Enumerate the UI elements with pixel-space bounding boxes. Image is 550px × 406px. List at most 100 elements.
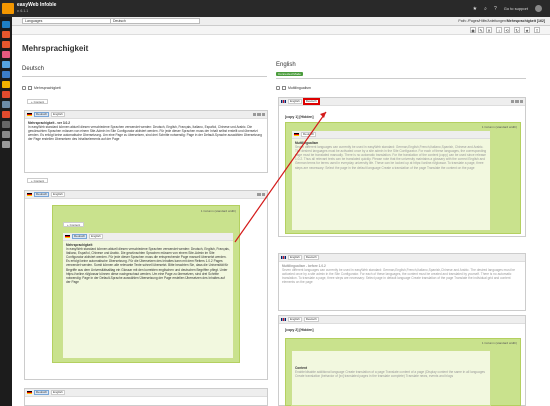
lang-tag-en[interactable]: English: [51, 111, 65, 118]
eye-icon[interactable]: [276, 85, 280, 90]
ce-header: Deutsch English: [25, 111, 267, 119]
breadcrumb: Path: /Pages/Hilfe/Anleitungen/Mehrsprac…: [458, 19, 545, 23]
bookmark-icon[interactable]: ★: [473, 6, 477, 12]
ce-body: Multilingualism Seven different language…: [292, 139, 490, 172]
share-icon[interactable]: ⇪: [534, 27, 540, 33]
delete-icon[interactable]: [519, 99, 523, 104]
lang-tag-de[interactable]: Deutsch: [303, 254, 319, 261]
user-module-icon[interactable]: [2, 101, 10, 108]
move-icon[interactable]: ↕: [496, 27, 502, 33]
edit-icon[interactable]: [252, 112, 256, 117]
inner-content-element: Deutsch English Mehrsprachigkeit In easy…: [62, 232, 234, 359]
app-name: easyWeb Infoble: [17, 2, 57, 8]
app-logo[interactable]: [2, 3, 14, 14]
column-heading-deutsch: Deutsch: [22, 66, 45, 72]
ml-checkbox[interactable]: [28, 85, 32, 90]
top-bar: easyWeb Infoble v. 6.1.1 ★ ⌕ ? Go to sup…: [0, 0, 550, 17]
ce-body: Mehrsprachigkeit - ver 3.0.2 In easyWeb …: [25, 119, 267, 143]
refresh-icon[interactable]: ↻: [514, 27, 520, 33]
module-menu: [0, 17, 12, 406]
lang-tag-de[interactable]: Deutsch: [72, 233, 88, 240]
hide-icon[interactable]: [257, 112, 261, 117]
info-module-icon[interactable]: [2, 81, 10, 88]
delete-icon[interactable]: [261, 112, 265, 117]
lang-tag-de-highlighted[interactable]: Deutsch: [302, 97, 320, 106]
news-module-icon[interactable]: [2, 51, 10, 58]
flag-de-icon: [27, 390, 32, 395]
lang-tag-en[interactable]: English: [288, 316, 302, 323]
edit-icon[interactable]: [257, 192, 261, 197]
add-content-button[interactable]: + Content: [63, 222, 85, 227]
lang-tag-en[interactable]: English: [51, 191, 65, 198]
lang-tag-de[interactable]: Deutsch: [34, 111, 50, 118]
eye-icon[interactable]: [22, 85, 26, 90]
ml-label: Mehrsprachigkeit: [34, 85, 61, 90]
ce-header: Deutsch English: [25, 389, 267, 397]
lang-tag-en[interactable]: English: [51, 389, 65, 396]
ce-header: Deutsch English: [63, 233, 233, 241]
lang-tag-en[interactable]: English: [89, 233, 103, 240]
column-heading-english: English: [276, 62, 296, 68]
languages-select[interactable]: Languages: [22, 18, 112, 24]
lang-tag-en[interactable]: English: [288, 98, 302, 105]
file-module-icon[interactable]: [2, 71, 10, 78]
ml-row-left: Mehrsprachigkeit: [22, 84, 61, 91]
add-content-button[interactable]: + Content: [27, 99, 49, 104]
help-module-icon[interactable]: [2, 141, 10, 148]
grid-label: 1 Column (standard width): [481, 341, 517, 345]
language-select[interactable]: Deutsch: [110, 18, 200, 24]
lang-tag-de[interactable]: Deutsch: [303, 316, 319, 323]
ce-header: Deutsch: [292, 131, 490, 139]
view-module-icon[interactable]: [2, 31, 10, 38]
ce-text: Seven different languages can currently …: [282, 268, 516, 285]
action-bar: ◉ ✎ ✕ ↕ ⟲ ↻ ★ ⇪: [12, 26, 550, 35]
event-module-icon[interactable]: [2, 91, 10, 98]
edit-icon[interactable]: [510, 99, 514, 104]
edit-icon[interactable]: ✎: [478, 27, 484, 33]
lang-tag-de[interactable]: Deutsch: [34, 389, 50, 396]
lang-tag-en[interactable]: English: [288, 254, 302, 261]
inner-translated-element-2: Content Enable/disable additional langua…: [291, 350, 491, 406]
connected-mode-badge: Connected Mode: [276, 72, 303, 76]
page-module-icon[interactable]: [2, 21, 10, 28]
ce-header: English Deutsch: [279, 254, 525, 262]
user-avatar[interactable]: [535, 5, 542, 12]
doc-header: Languages Deutsch Path: /Pages/Hilfe/Anl…: [12, 17, 550, 26]
support-link[interactable]: Go to support: [504, 6, 528, 11]
settings-module-icon[interactable]: [2, 121, 10, 128]
ce-body: Mehrsprachigkeit In easyWeb standard kön…: [63, 241, 233, 286]
lang-tag-de[interactable]: Deutsch: [301, 131, 317, 138]
view-icon[interactable]: ◉: [470, 27, 476, 33]
copy-hidden-label: [copy 1] [Hidden]: [285, 115, 314, 119]
column-divider: [22, 76, 267, 77]
lang-tag-de[interactable]: Deutsch: [34, 191, 50, 198]
bookmark-page-icon[interactable]: ★: [524, 27, 530, 33]
ce-header: Deutsch English: [25, 191, 267, 199]
blog-module-icon[interactable]: [2, 111, 10, 118]
ce-text: Enable/disable additional language Creat…: [295, 370, 485, 379]
list-module-icon[interactable]: [2, 41, 10, 48]
content-element-3: Deutsch English: [24, 388, 268, 406]
hide-icon[interactable]: [261, 192, 265, 197]
search-icon[interactable]: ⌕: [484, 6, 487, 12]
app-version: v. 6.1.1: [17, 9, 29, 13]
flag-en-icon: [281, 317, 286, 322]
path-prefix: Path: /Pages/Hilfe/Anleitungen/: [458, 19, 507, 23]
flag-de-icon: [27, 192, 32, 197]
flag-de-icon: [27, 112, 32, 117]
form-module-icon[interactable]: [2, 61, 10, 68]
add-content-button[interactable]: + Content: [27, 178, 49, 183]
ce-tools: [510, 99, 523, 104]
help-icon[interactable]: ?: [494, 6, 497, 12]
ce-text: In easyWeb standard können aktuell diese…: [66, 247, 230, 284]
history-icon[interactable]: ⟲: [504, 27, 510, 33]
ce-tools: [252, 112, 265, 117]
delete-icon[interactable]: ✕: [486, 27, 492, 33]
ce-header: English Deutsch: [279, 97, 525, 106]
flag-en-icon: [281, 99, 286, 104]
copy-hidden-label: [copy 2] [Hidden]: [285, 328, 314, 332]
hide-icon[interactable]: [515, 99, 519, 104]
ml-checkbox[interactable]: [282, 85, 286, 90]
path-page[interactable]: Mehrsprachigkeit [162]: [507, 19, 545, 23]
tools-module-icon[interactable]: [2, 131, 10, 138]
